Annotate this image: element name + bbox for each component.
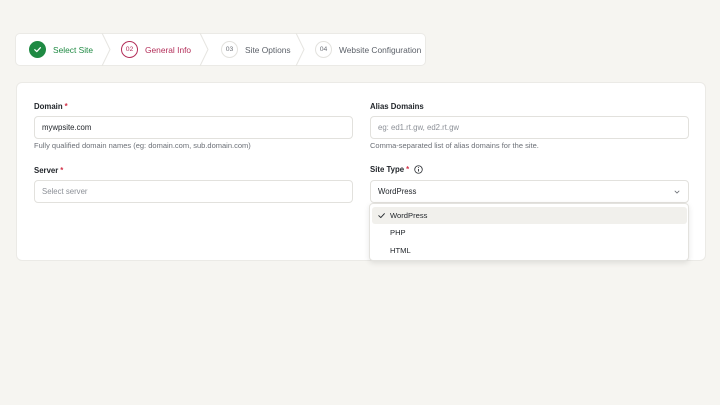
step-separator-icon [199,33,209,66]
required-mark: * [64,102,68,111]
alias-domains-label: Alias Domains [370,102,424,111]
step-number: 04 [315,41,332,58]
step-label: Select Site [53,44,94,55]
step-select-site[interactable]: Select Site [29,34,93,65]
domain-help-text: Fully qualified domain names (eg: domain… [34,141,251,150]
check-icon [29,41,46,58]
chevron-down-icon [674,190,680,194]
required-mark: * [60,166,64,175]
required-mark: * [406,165,410,174]
server-select[interactable]: Select server [34,180,353,203]
step-site-options[interactable]: 03 Site Options [221,34,291,65]
step-website-configuration[interactable]: 04 Website Configuration [315,34,421,65]
server-label: Server * [34,166,64,175]
info-icon[interactable] [414,165,423,176]
site-type-select[interactable]: WordPress [370,180,689,203]
step-number: 03 [221,41,238,58]
alias-domains-help-text: Comma-separated list of alias domains fo… [370,141,539,150]
step-separator-icon [295,33,305,66]
domain-label: Domain * [34,102,68,111]
step-label: Website Configuration [339,44,422,55]
step-number: 02 [121,41,138,58]
site-type-option-html[interactable]: HTML [372,242,687,259]
site-type-option-wordpress[interactable]: WordPress [372,207,687,224]
step-label: General Info [145,44,192,55]
site-type-option-php[interactable]: PHP [372,224,687,241]
alias-domains-input[interactable]: eg: ed1.rt.gw, ed2.rt.gw [370,116,689,139]
check-icon [378,213,385,219]
step-separator-icon [101,33,111,66]
step-label: Site Options [245,44,291,55]
domain-input[interactable]: mywpsite.com [34,116,353,139]
step-general-info[interactable]: 02 General Info [121,34,191,65]
site-type-dropdown: WordPress PHP HTML [369,203,689,261]
progress-stepper: Select Site 02 General Info 03 Site Opti… [15,33,426,66]
site-type-label: Site Type * [370,165,423,176]
